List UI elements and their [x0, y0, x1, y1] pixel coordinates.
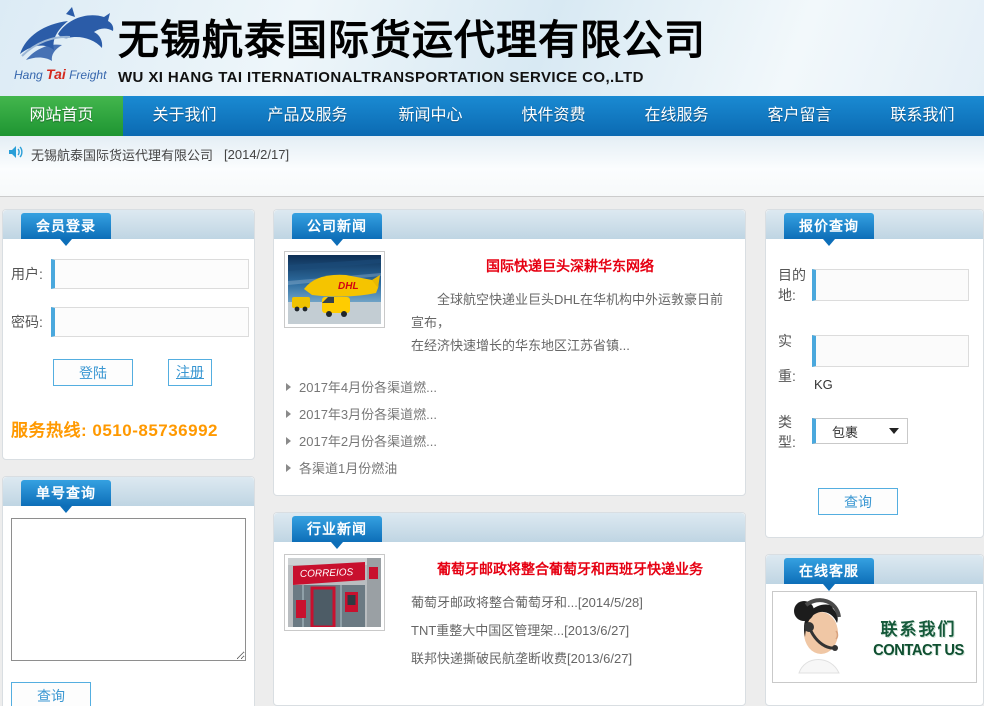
industry-news-item[interactable]: TNT重整大中国区管理架...[2013/6/27] — [411, 617, 729, 645]
logo-word-tai: Tai — [46, 66, 66, 82]
bullet-icon — [286, 464, 291, 472]
logo-caption: Hang Tai Freight — [14, 66, 106, 82]
dhl-news-thumbnail[interactable]: DHL — [284, 251, 385, 328]
industry-news-item[interactable]: 葡萄牙邮政将整合葡萄牙和...[2014/5/28] — [411, 589, 729, 617]
company-logo[interactable]: Hang Tai Freight — [6, 4, 118, 92]
site-header: Hang Tai Freight 无锡航泰国际货运代理有限公司 WU XI HA… — [0, 0, 984, 96]
customer-service-image[interactable]: 联系我们 CONTACT US — [772, 591, 977, 683]
logo-word-freight: Freight — [69, 68, 106, 82]
service-hotline: 服务热线: 0510-85736992 — [3, 400, 254, 459]
summary-line-1: 全球航空快递业巨头DHL在华机构中外运敦豪日前宣布， — [411, 288, 729, 334]
company-news-summary: 全球航空快递业巨头DHL在华机构中外运敦豪日前宣布， 在经济快速增长的华东地区江… — [411, 288, 729, 357]
company-title: 无锡航泰国际货运代理有限公司 — [118, 15, 706, 65]
industry-news-tab: 行业新闻 — [292, 516, 382, 542]
bullet-icon — [286, 437, 291, 445]
quote-panel: 报价查询 目的 地: 实 — [765, 209, 984, 538]
company-news-headline[interactable]: 国际快递巨头深耕华东网络 — [411, 256, 729, 276]
nav-item-contact[interactable]: 联系我们 — [861, 96, 984, 136]
nav-item-online-service[interactable]: 在线服务 — [615, 96, 738, 136]
member-login-header: 会员登录 — [3, 210, 254, 239]
header-titles: 无锡航泰国际货运代理有限公司 WU XI HANG TAI ITERNATION… — [118, 11, 706, 86]
company-news-list: 2017年4月份各渠道燃... 2017年3月份各渠道燃... 2017年2月份… — [286, 373, 735, 481]
bullet-icon — [286, 383, 291, 391]
left-column: 会员登录 用户: 密码: 登陆 注册 服务热线: — [2, 209, 255, 706]
company-subtitle: WU XI HANG TAI ITERNATIONALTRANSPORTATIO… — [118, 69, 706, 86]
main-nav: 网站首页 关于我们 产品及服务 新闻中心 快件资费 在线服务 客户留言 联系我们 — [0, 96, 984, 136]
speaker-icon — [8, 145, 24, 164]
announcement-bar: 无锡航泰国际货运代理有限公司 [2014/2/17] — [0, 136, 984, 197]
username-input[interactable] — [51, 259, 249, 289]
type-label: 类 型: — [778, 408, 812, 458]
register-link[interactable]: 注册 — [168, 359, 212, 386]
company-news-header: 公司新闻 — [274, 210, 745, 239]
right-column: 报价查询 目的 地: 实 — [765, 209, 984, 706]
company-news-item[interactable]: 2017年3月份各渠道燃... — [286, 400, 735, 427]
online-service-tab: 在线客服 — [784, 558, 874, 584]
password-label: 密码: — [11, 312, 51, 332]
quote-tab: 报价查询 — [784, 213, 874, 239]
company-news-tab: 公司新闻 — [292, 213, 382, 239]
company-news-item[interactable]: 2017年2月份各渠道燃... — [286, 427, 735, 454]
type-select-value: 包裹 — [832, 422, 858, 441]
page: Hang Tai Freight 无锡航泰国际货运代理有限公司 WU XI HA… — [0, 0, 984, 706]
tracking-number-textarea[interactable] — [11, 518, 246, 661]
quote-header: 报价查询 — [766, 210, 983, 239]
member-login-tab: 会员登录 — [21, 213, 111, 239]
industry-news-list: 葡萄牙邮政将整合葡萄牙和...[2014/5/28] TNT重整大中国区管理架.… — [411, 589, 729, 673]
content-area: 会员登录 用户: 密码: 登陆 注册 服务热线: — [0, 197, 984, 706]
company-news-panel: 公司新闻 — [273, 209, 746, 496]
nav-item-guestbook[interactable]: 客户留言 — [738, 96, 861, 136]
svg-text:CORREIOS: CORREIOS — [300, 567, 354, 580]
correios-news-thumbnail[interactable]: CORREIOS — [284, 554, 385, 631]
type-select[interactable]: 包裹 — [812, 418, 908, 444]
summary-line-2: 在经济快速增长的华东地区江苏省镇... — [411, 334, 729, 357]
login-button[interactable]: 登陆 — [53, 359, 133, 386]
nav-item-home[interactable]: 网站首页 — [0, 96, 123, 136]
company-news-item[interactable]: 2017年4月份各渠道燃... — [286, 373, 735, 400]
member-login-panel: 会员登录 用户: 密码: 登陆 注册 服务热线: — [2, 209, 255, 460]
announcement-text[interactable]: 无锡航泰国际货运代理有限公司 — [31, 145, 213, 164]
username-label: 用户: — [11, 264, 51, 284]
nav-item-about[interactable]: 关于我们 — [123, 96, 246, 136]
company-news-item[interactable]: 各渠道1月份燃油 — [286, 454, 735, 481]
tracking-panel: 单号查询 查询 — [2, 476, 255, 706]
contact-us-cn: 联系我们 — [863, 615, 974, 640]
weight-unit-label: KG — [814, 377, 969, 392]
industry-news-headline[interactable]: 葡萄牙邮政将整合葡萄牙和西班牙快递业务 — [411, 559, 729, 579]
contact-us-text: 联系我们 CONTACT US — [863, 615, 974, 660]
online-service-panel: 在线客服 — [765, 554, 984, 706]
bullet-icon — [286, 410, 291, 418]
destination-label: 目的 地: — [778, 261, 812, 311]
logo-word-hang: Hang — [14, 68, 43, 82]
industry-news-item[interactable]: 联邦快递撕破民航垄断收费[2013/6/27] — [411, 645, 729, 673]
svg-text:DHL: DHL — [338, 281, 359, 292]
chevron-down-icon — [889, 428, 899, 434]
contact-us-en: CONTACT US — [867, 642, 969, 660]
nav-item-products[interactable]: 产品及服务 — [246, 96, 369, 136]
tracking-query-button[interactable]: 查询 — [11, 682, 91, 706]
tracking-tab: 单号查询 — [21, 480, 111, 506]
industry-news-panel: 行业新闻 CORREIOS — [273, 512, 746, 706]
destination-input[interactable] — [812, 269, 969, 301]
middle-column: 公司新闻 — [273, 209, 746, 706]
quote-query-button[interactable]: 查询 — [818, 488, 898, 515]
announcement-date: [2014/2/17] — [224, 147, 289, 162]
nav-item-rates[interactable]: 快件资费 — [492, 96, 615, 136]
online-service-header: 在线客服 — [766, 555, 983, 584]
customer-service-agent-icon — [775, 593, 863, 682]
weight-input[interactable] — [812, 335, 969, 367]
nav-item-news[interactable]: 新闻中心 — [369, 96, 492, 136]
industry-news-header: 行业新闻 — [274, 513, 745, 542]
horse-logo-icon — [6, 4, 118, 70]
password-input[interactable] — [51, 307, 249, 337]
tracking-header: 单号查询 — [3, 477, 254, 506]
weight-label: 实 重: — [778, 327, 812, 392]
